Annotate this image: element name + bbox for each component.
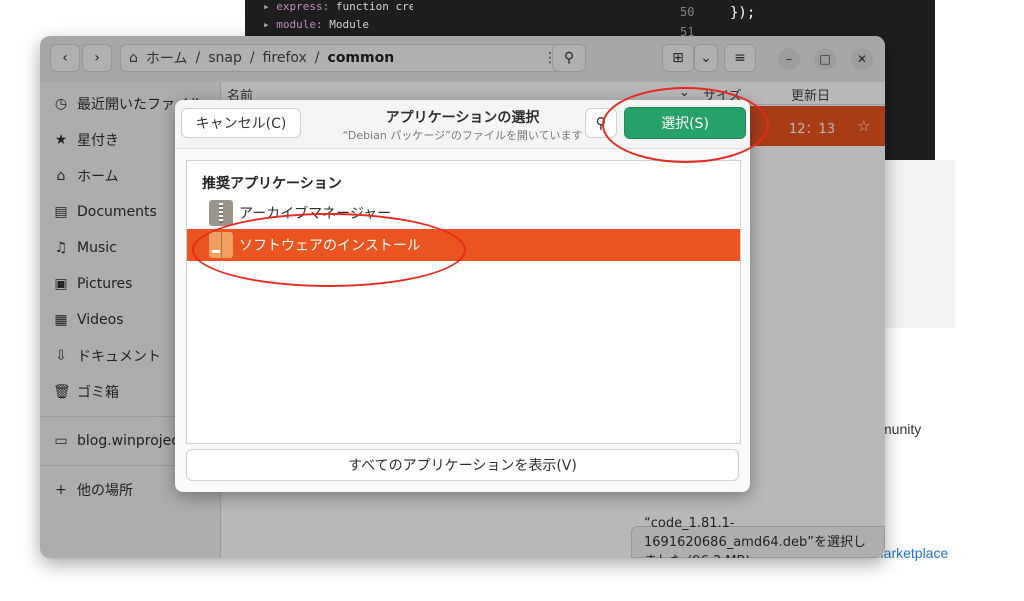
header-bar: ‹ › ⌂ ホーム / snap / firefox / common ⋮ ⚲ … xyxy=(40,36,885,83)
background-community-text: munity xyxy=(880,421,922,437)
outline-item: ▸ module: Module xyxy=(263,18,369,31)
column-modified[interactable]: 更新日 xyxy=(791,85,830,104)
star-icon[interactable]: ☆ xyxy=(857,117,870,135)
forward-button[interactable]: › xyxy=(82,44,112,72)
home-icon: ⌂ xyxy=(129,50,138,66)
search-icon: ⚲ xyxy=(563,50,575,66)
music-icon: ♫ xyxy=(54,240,68,256)
breadcrumb: ⌂ ホーム / snap / firefox / common ⋮ xyxy=(120,44,570,72)
maximize-button[interactable]: □ xyxy=(814,48,836,70)
main-menu-button[interactable]: ≡ xyxy=(724,44,756,72)
close-icon: ✕ xyxy=(856,52,868,66)
show-all-apps-button[interactable]: すべてのアプリケーションを表示(V) xyxy=(186,449,739,481)
close-window-button[interactable]: ✕ xyxy=(851,48,873,70)
download-icon: ⇩ xyxy=(55,348,67,364)
view-options-button[interactable]: ⌄ xyxy=(694,44,718,72)
sort-chevron-icon[interactable]: ⌄ xyxy=(679,85,690,100)
list-item-software-install[interactable]: ソフトウェアのインストール xyxy=(187,229,740,261)
sidebar-item-label: 他の場所 xyxy=(77,483,133,499)
background-page-panel xyxy=(885,160,955,328)
recommended-app-list: 推奨アプリケーション アーカイブマネージャー ソフトウェアのインストール xyxy=(186,160,741,444)
select-button[interactable]: 選択(S) xyxy=(624,107,746,139)
search-button[interactable]: ⚲ xyxy=(552,44,586,72)
breadcrumb-current[interactable]: common xyxy=(328,50,395,66)
sidebar-item-label: ゴミ箱 xyxy=(77,385,119,401)
outline-item: ▸ express: function cre… xyxy=(263,0,413,16)
chevron-down-icon: ⌄ xyxy=(700,50,712,66)
sidebar-item-label: Documents xyxy=(77,204,157,220)
breadcrumb-item[interactable]: snap xyxy=(208,50,242,66)
section-heading: 推奨アプリケーション xyxy=(202,176,342,192)
dialog-search-button[interactable]: ⚲ xyxy=(585,108,617,138)
home-icon: ⌂ xyxy=(56,168,66,184)
line-numbers: 50 51 xyxy=(680,5,694,39)
star-icon: ★ xyxy=(54,132,68,148)
trash-icon: 🗑 xyxy=(53,384,71,400)
document-icon: ▤ xyxy=(54,204,68,220)
app-label: ソフトウェアのインストール xyxy=(239,238,421,254)
hamburger-icon: ≡ xyxy=(734,50,746,66)
sidebar-item-label: Music xyxy=(77,240,117,256)
grid-icon: ⊞ xyxy=(672,50,684,66)
sidebar-item-label: 星付き xyxy=(77,133,119,149)
maximize-icon: □ xyxy=(819,52,831,66)
minimize-button[interactable]: – xyxy=(778,48,800,70)
picture-icon: ▣ xyxy=(54,276,68,292)
folder-icon: ▭ xyxy=(54,433,68,449)
minimize-icon: – xyxy=(786,52,792,66)
back-button[interactable]: ‹ xyxy=(50,44,80,72)
sidebar-item-label: Pictures xyxy=(77,276,133,292)
editor-outline: ▸ express: function cre… ▸ module: Modul… xyxy=(263,0,413,34)
sidebar-item-label: blog.winproject xyxy=(77,433,185,449)
software-install-icon xyxy=(209,232,233,258)
sidebar-item-label: Videos xyxy=(77,312,124,328)
chevron-right-icon: › xyxy=(94,50,100,66)
outline-key: express: xyxy=(276,0,330,13)
video-icon: ▦ xyxy=(54,312,68,328)
archive-manager-icon xyxy=(209,200,233,226)
status-bar: “code_1.81.1-1691620686_amd64.deb”を選択しまし… xyxy=(631,516,885,558)
sidebar-item-label: ホーム xyxy=(77,169,119,185)
plus-icon: + xyxy=(55,482,67,498)
row-modified-time: 12：13 xyxy=(789,122,836,137)
view-toggle-button[interactable]: ⊞ xyxy=(662,44,694,72)
app-label: アーカイブマネージャー xyxy=(239,206,392,222)
code-line: }); xyxy=(730,5,756,21)
app-chooser-dialog: キャンセル(C) アプリケーションの選択 “Debian パッケージ”のファイル… xyxy=(175,100,750,492)
outline-value: Module xyxy=(329,18,369,31)
sidebar-item-label: ドキュメント xyxy=(77,349,161,365)
clock-icon: ◷ xyxy=(54,96,68,112)
search-icon: ⚲ xyxy=(595,114,607,132)
chevron-left-icon: ‹ xyxy=(62,50,68,66)
dialog-header: キャンセル(C) アプリケーションの選択 “Debian パッケージ”のファイル… xyxy=(175,100,750,149)
breadcrumb-item[interactable]: firefox xyxy=(263,50,307,66)
list-item-archive-manager[interactable]: アーカイブマネージャー xyxy=(187,197,740,229)
outline-value: function cre… xyxy=(335,0,413,13)
line-number: 50 xyxy=(680,5,695,19)
breadcrumb-item[interactable]: ホーム xyxy=(146,48,188,68)
outline-key: module: xyxy=(276,18,323,31)
